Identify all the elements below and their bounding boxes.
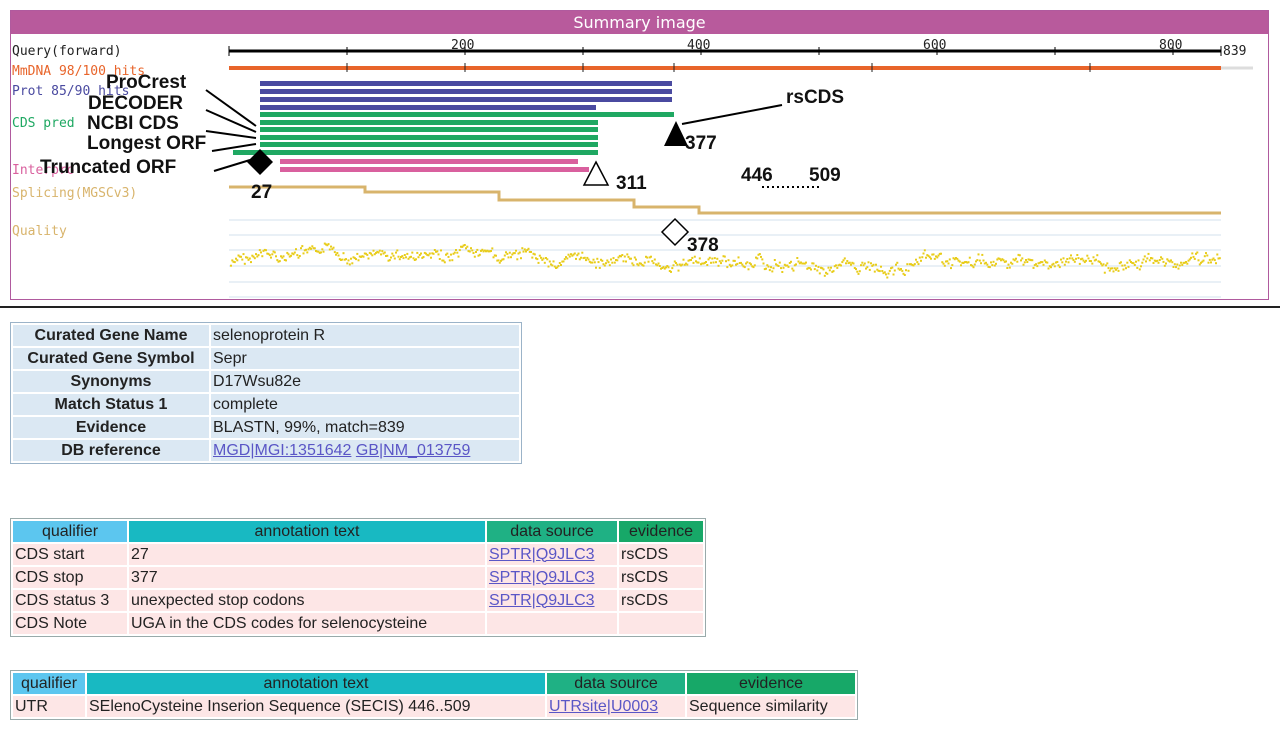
table-row: CDS start 27 SPTR|Q9JLC3 rsCDS <box>13 544 703 565</box>
quality-track <box>229 219 1221 298</box>
section-divider <box>0 306 1280 308</box>
summary-graphic: Query(forward) MmDNA 98/100 hits Prot 85… <box>12 38 1253 298</box>
annotation-decoder: DECODER <box>88 93 183 114</box>
position-311: 311 <box>616 173 647 194</box>
cell-data-source: SPTR|Q9JLC3 <box>487 590 617 611</box>
cell-data-source: SPTR|Q9JLC3 <box>487 567 617 588</box>
table-row: DB reference MGD|MGI:1351642 GB|NM_01375… <box>13 440 519 461</box>
quality-open-diamond-icon <box>660 217 690 247</box>
table-row: CDS Note UGA in the CDS codes for seleno… <box>13 613 703 634</box>
header-data-source: data source <box>547 673 685 694</box>
stop-open-triangle-icon <box>582 160 610 186</box>
cell-data-source <box>487 613 617 634</box>
table-row: Match Status 1 complete <box>13 394 519 415</box>
position-446: 446 <box>741 165 773 186</box>
cell-evidence: rsCDS <box>619 590 703 611</box>
splicing-track <box>229 185 1221 215</box>
cell-evidence: rsCDS <box>619 567 703 588</box>
ruler-end-839: 839 <box>1223 44 1246 59</box>
table-row: Evidence BLASTN, 99%, match=839 <box>13 417 519 438</box>
utrsite-link[interactable]: UTRsite|U0003 <box>549 698 658 715</box>
cell-annotation-text: 27 <box>129 544 485 565</box>
prot-track <box>260 81 672 110</box>
header-qualifier: qualifier <box>13 673 85 694</box>
table-row: Curated Gene Symbol Sepr <box>13 348 519 369</box>
header-data-source: data source <box>487 521 617 542</box>
position-378: 378 <box>687 235 719 256</box>
gene-symbol-value: Sepr <box>211 348 519 369</box>
position-509: 509 <box>809 165 841 186</box>
summary-panel: Summary image Query(forward) MmDNA 98/10… <box>10 10 1269 300</box>
db-reference-value: MGD|MGI:1351642 GB|NM_013759 <box>211 440 519 461</box>
cell-annotation-text: SElenoCysteine Inserion Sequence (SECIS)… <box>87 696 545 717</box>
ruler-tick-400: 400 <box>687 38 710 53</box>
synonyms-value: D17Wsu82e <box>211 371 519 392</box>
match-status-value: complete <box>211 394 519 415</box>
mgd-link[interactable]: MGD|MGI:1351642 <box>213 442 351 459</box>
annotation-ncbi-cds: NCBI CDS <box>87 113 179 134</box>
db-reference-key: DB reference <box>13 440 209 461</box>
table-row: CDS status 3 unexpected stop codons SPTR… <box>13 590 703 611</box>
table-row: Curated Gene Name selenoprotein R <box>13 325 519 346</box>
ruler-tick-600: 600 <box>923 38 946 53</box>
table-row: UTR SElenoCysteine Inserion Sequence (SE… <box>13 696 855 717</box>
gene-info-table: Curated Gene Name selenoprotein R Curate… <box>10 322 522 464</box>
header-annotation-text: annotation text <box>87 673 545 694</box>
ruler-tick-800: 800 <box>1159 38 1182 53</box>
interpro-track <box>280 159 589 172</box>
gene-name-key: Curated Gene Name <box>13 325 209 346</box>
annotation-rscds: rsCDS <box>786 87 844 108</box>
cell-qualifier: CDS Note <box>13 613 127 634</box>
sptr-link[interactable]: SPTR|Q9JLC3 <box>489 569 595 586</box>
cell-annotation-text: 377 <box>129 567 485 588</box>
cell-evidence: Sequence similarity <box>687 696 855 717</box>
cell-annotation-text: unexpected stop codons <box>129 590 485 611</box>
track-label-cds: CDS pred <box>12 116 75 131</box>
gene-name-value: selenoprotein R <box>211 325 519 346</box>
annotation-procrest: ProCrest <box>106 72 187 93</box>
mmdna-track <box>229 63 1253 72</box>
ruler-tick-200: 200 <box>451 38 474 53</box>
cell-qualifier: UTR <box>13 696 85 717</box>
cds-track <box>233 112 674 155</box>
track-label-splicing: Splicing(MGSCv3) <box>12 186 137 201</box>
header-qualifier: qualifier <box>13 521 127 542</box>
track-label-query: Query(forward) <box>12 44 122 59</box>
evidence-key: Evidence <box>13 417 209 438</box>
annotation-truncated-orf: Truncated ORF <box>40 157 176 178</box>
sptr-link[interactable]: SPTR|Q9JLC3 <box>489 592 595 609</box>
track-label-quality: Quality <box>12 224 67 239</box>
cell-qualifier: CDS stop <box>13 567 127 588</box>
table-header-row: qualifier annotation text data source ev… <box>13 521 703 542</box>
ruler: 200 400 600 800 839 <box>228 38 1246 59</box>
cell-evidence <box>619 613 703 634</box>
position-27: 27 <box>251 182 272 203</box>
cell-annotation-text: UGA in the CDS codes for selenocysteine <box>129 613 485 634</box>
cell-data-source: SPTR|Q9JLC3 <box>487 544 617 565</box>
gene-symbol-key: Curated Gene Symbol <box>13 348 209 369</box>
match-status-key: Match Status 1 <box>13 394 209 415</box>
sptr-link[interactable]: SPTR|Q9JLC3 <box>489 546 595 563</box>
synonyms-key: Synonyms <box>13 371 209 392</box>
header-annotation-text: annotation text <box>129 521 485 542</box>
cell-qualifier: CDS status 3 <box>13 590 127 611</box>
annotation-longest-orf: Longest ORF <box>87 133 206 154</box>
cell-data-source: UTRsite|U0003 <box>547 696 685 717</box>
utr-annotation-table: qualifier annotation text data source ev… <box>10 670 858 720</box>
position-377: 377 <box>685 133 717 154</box>
genbank-link[interactable]: GB|NM_013759 <box>356 442 470 459</box>
cds-annotation-table: qualifier annotation text data source ev… <box>10 518 706 637</box>
evidence-value: BLASTN, 99%, match=839 <box>211 417 519 438</box>
table-row: Synonyms D17Wsu82e <box>13 371 519 392</box>
table-header-row: qualifier annotation text data source ev… <box>13 673 855 694</box>
cell-evidence: rsCDS <box>619 544 703 565</box>
header-evidence: evidence <box>619 521 703 542</box>
cell-qualifier: CDS start <box>13 544 127 565</box>
header-evidence: evidence <box>687 673 855 694</box>
table-row: CDS stop 377 SPTR|Q9JLC3 rsCDS <box>13 567 703 588</box>
